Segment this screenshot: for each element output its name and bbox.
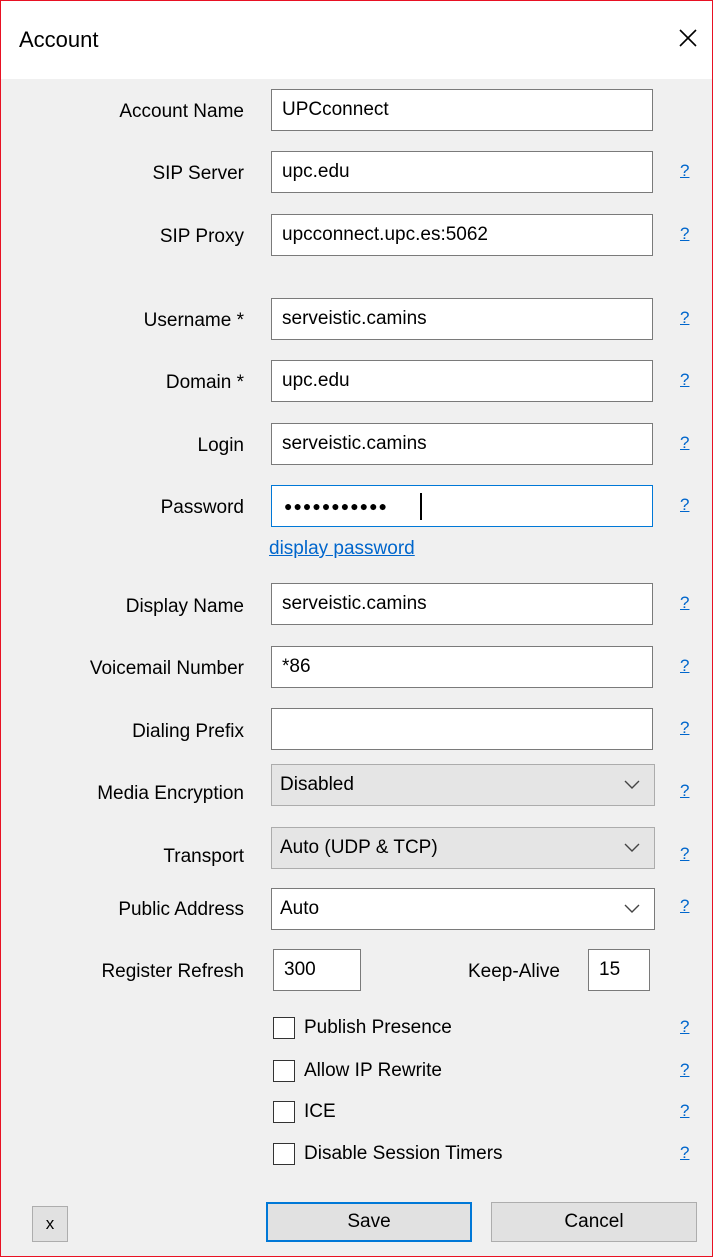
chevron-down-icon xyxy=(624,780,640,789)
voicemail-number-field[interactable]: *86 xyxy=(271,646,653,688)
sip-server-help-link[interactable]: ? xyxy=(680,161,689,181)
login-label: Login xyxy=(197,435,245,456)
disable-session-timers-label: Disable Session Timers xyxy=(304,1143,503,1164)
ice-checkbox[interactable] xyxy=(273,1101,295,1123)
username-field[interactable]: serveistic.camins xyxy=(271,298,653,340)
save-button[interactable]: Save xyxy=(266,1202,472,1242)
account-dialog: Account Account Name UPCconnect SIP Serv… xyxy=(0,0,713,1257)
allow-ip-rewrite-help-link[interactable]: ? xyxy=(680,1060,689,1080)
domain-field[interactable]: upc.edu xyxy=(271,360,653,402)
cancel-button[interactable]: Cancel xyxy=(491,1202,697,1242)
voicemail-number-label: Voicemail Number xyxy=(89,658,244,679)
register-refresh-field[interactable]: 300 xyxy=(273,949,361,991)
media-encryption-label: Media Encryption xyxy=(97,783,244,804)
login-help-link[interactable]: ? xyxy=(680,433,689,453)
public-address-label: Public Address xyxy=(118,899,244,920)
text-caret xyxy=(420,493,422,520)
ice-label: ICE xyxy=(304,1101,336,1122)
media-encryption-select[interactable]: Disabled xyxy=(271,764,655,806)
title-bar: Account xyxy=(1,1,712,79)
voicemail-number-help-link[interactable]: ? xyxy=(680,656,689,676)
sip-proxy-field[interactable]: upcconnect.upc.es:5062 xyxy=(271,214,653,256)
allow-ip-rewrite-label: Allow IP Rewrite xyxy=(304,1060,442,1081)
sip-proxy-help-link[interactable]: ? xyxy=(680,224,689,244)
username-label: Username * xyxy=(143,310,244,331)
allow-ip-rewrite-checkbox[interactable] xyxy=(273,1060,295,1082)
disable-session-timers-help-link[interactable]: ? xyxy=(680,1143,689,1163)
sip-proxy-label: SIP Proxy xyxy=(159,226,244,247)
publish-presence-checkbox[interactable] xyxy=(273,1017,295,1039)
password-help-link[interactable]: ? xyxy=(680,495,689,515)
x-button[interactable]: x xyxy=(32,1206,68,1242)
media-encryption-help-link[interactable]: ? xyxy=(680,781,689,801)
keep-alive-field[interactable]: 15 xyxy=(588,949,650,991)
public-address-select[interactable]: Auto xyxy=(271,888,655,930)
public-address-help-link[interactable]: ? xyxy=(680,896,689,916)
dialing-prefix-field[interactable] xyxy=(271,708,653,750)
dialing-prefix-label: Dialing Prefix xyxy=(132,721,244,742)
chevron-down-icon xyxy=(624,904,640,913)
sip-server-label: SIP Server xyxy=(152,163,244,184)
dialing-prefix-help-link[interactable]: ? xyxy=(680,718,689,738)
domain-help-link[interactable]: ? xyxy=(680,370,689,390)
chevron-down-icon xyxy=(624,843,640,852)
transport-select[interactable]: Auto (UDP & TCP) xyxy=(271,827,655,869)
domain-label: Domain * xyxy=(165,372,244,393)
display-name-field[interactable]: serveistic.camins xyxy=(271,583,653,625)
close-icon[interactable] xyxy=(669,19,707,57)
password-label: Password xyxy=(160,497,244,518)
keep-alive-label: Keep-Alive xyxy=(468,961,560,982)
register-refresh-label: Register Refresh xyxy=(101,961,244,982)
public-address-value: Auto xyxy=(280,898,320,919)
disable-session-timers-checkbox[interactable] xyxy=(273,1143,295,1165)
media-encryption-value: Disabled xyxy=(280,774,354,795)
login-field[interactable]: serveistic.camins xyxy=(271,423,653,465)
password-mask: ●●●●●●●●●●● xyxy=(284,498,389,514)
account-name-field[interactable]: UPCconnect xyxy=(271,89,653,131)
display-name-help-link[interactable]: ? xyxy=(680,593,689,613)
publish-presence-label: Publish Presence xyxy=(304,1017,452,1038)
account-name-label: Account Name xyxy=(119,101,244,122)
username-help-link[interactable]: ? xyxy=(680,308,689,328)
display-password-link[interactable]: display password xyxy=(269,538,415,560)
transport-label: Transport xyxy=(163,846,244,867)
ice-help-link[interactable]: ? xyxy=(680,1101,689,1121)
display-name-label: Display Name xyxy=(125,596,244,617)
sip-server-field[interactable]: upc.edu xyxy=(271,151,653,193)
transport-value: Auto (UDP & TCP) xyxy=(280,837,438,858)
dialog-title: Account xyxy=(19,27,99,52)
password-field[interactable]: ●●●●●●●●●●● xyxy=(271,485,653,527)
transport-help-link[interactable]: ? xyxy=(680,844,689,864)
publish-presence-help-link[interactable]: ? xyxy=(680,1017,689,1037)
